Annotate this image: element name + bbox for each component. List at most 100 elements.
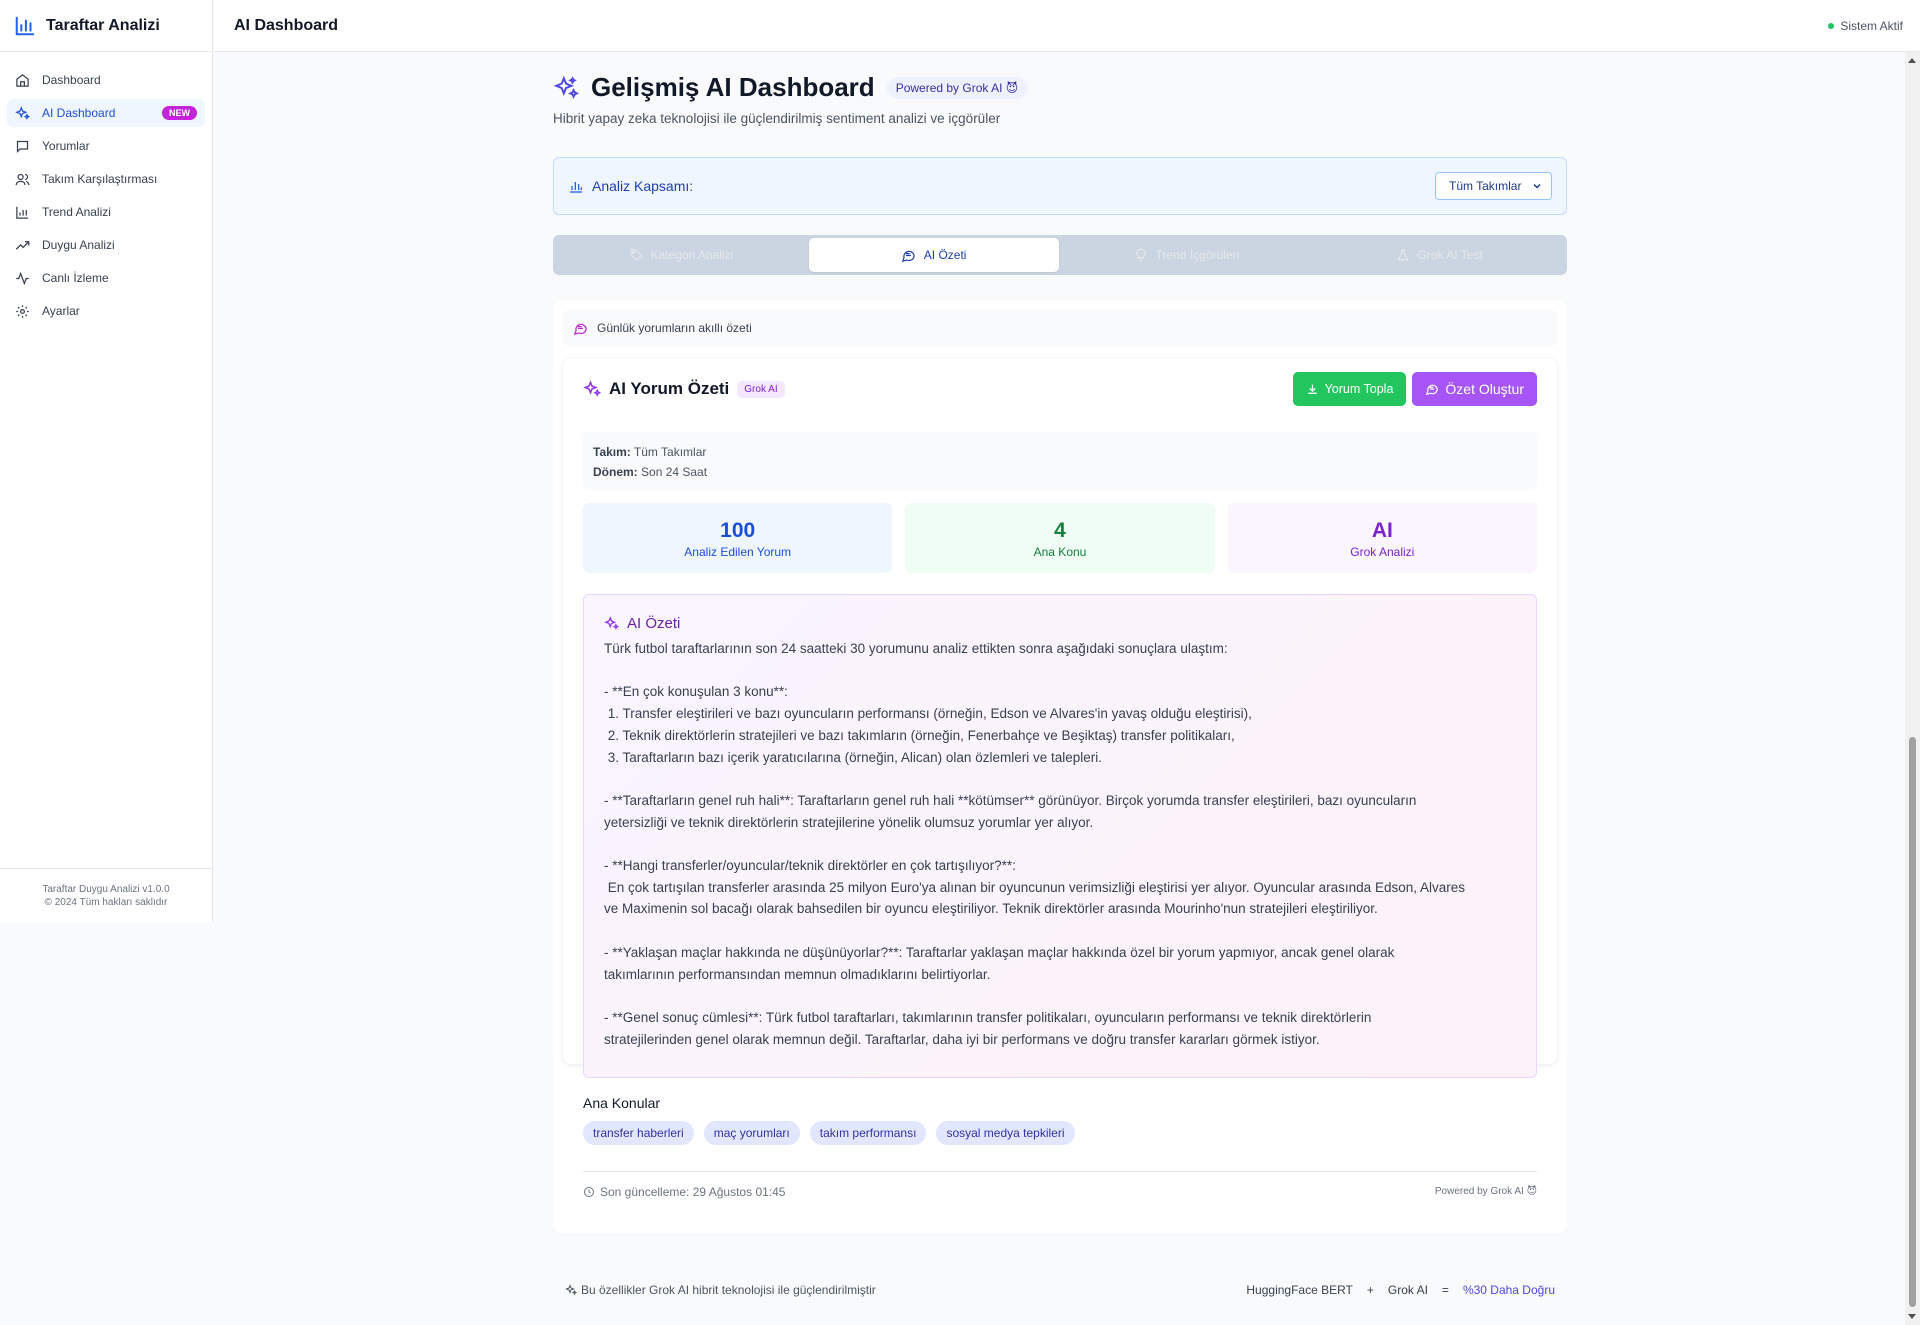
scrollbar[interactable] bbox=[1905, 52, 1920, 1325]
summary-title: AI Özeti bbox=[627, 615, 681, 632]
topic-chip: sosyal medya tepkileri bbox=[936, 1121, 1075, 1145]
stats-row: 100 Analiz Edilen Yorum 4 Ana Konu AI Gr… bbox=[583, 503, 1537, 573]
team-meta-value: Tüm Takımlar bbox=[633, 445, 707, 459]
stat-label: Ana Konu bbox=[1033, 544, 1087, 559]
scope-label: Analiz Kapsamı: bbox=[592, 178, 694, 194]
stat-value: 100 bbox=[720, 518, 756, 542]
stat-grok-analysis: AI Grok Analizi bbox=[1227, 503, 1537, 573]
team-meta-label: Takım: bbox=[593, 445, 631, 459]
brand[interactable]: Taraftar Analizi bbox=[0, 0, 212, 52]
period-meta: Dönem: Son 24 Saat bbox=[593, 462, 1527, 482]
topics-title: Ana Konular bbox=[583, 1095, 661, 1111]
card-title: AI Yorum Özeti bbox=[609, 379, 730, 398]
stat-value: AI bbox=[1371, 518, 1393, 542]
sidebar-item-label: Trend Analizi bbox=[42, 205, 111, 219]
scroll-down-arrow-icon[interactable] bbox=[1908, 1314, 1916, 1319]
tab-kategori-analizi[interactable]: Kategori Analizi bbox=[556, 238, 806, 272]
sparkles-icon bbox=[553, 75, 579, 101]
bottom-note: Bu özellikler Grok AI hibrit teknolojisi… bbox=[581, 1282, 876, 1297]
accuracy-result: %30 Daha Doğru bbox=[1462, 1282, 1555, 1297]
panel-header: Günlük yorumların akıllı özeti bbox=[563, 310, 1557, 346]
tab-trend-icgoruleri[interactable]: Trend İçgörüleri bbox=[1062, 238, 1312, 272]
team-select-value: Tüm Takımlar bbox=[1449, 179, 1522, 193]
tab-ai-ozeti[interactable]: AI Özeti bbox=[808, 238, 1059, 272]
sidebar: Taraftar Analizi Dashboard AI Dashboard … bbox=[0, 0, 213, 922]
period-meta-label: Dönem: bbox=[593, 465, 638, 479]
tab-bar: Kategori Analizi AI Özeti Trend İçgörüle… bbox=[553, 235, 1567, 275]
sidebar-item-takim-karsilastirmasi[interactable]: Takım Karşılaştırması bbox=[7, 165, 205, 193]
scroll-up-arrow-icon[interactable] bbox=[1908, 58, 1916, 63]
message-square-icon bbox=[15, 139, 30, 154]
sidebar-item-dashboard[interactable]: Dashboard bbox=[7, 66, 205, 94]
panel-header-text: Günlük yorumların akıllı özeti bbox=[597, 321, 752, 335]
plus-sign: + bbox=[1366, 1282, 1374, 1297]
hero-title-row: Gelişmiş AI Dashboard Powered by Grok AI… bbox=[553, 72, 1028, 103]
card-footer: Son güncelleme: 29 Ağustos 01:45 Powered… bbox=[583, 1171, 1537, 1211]
period-meta-value: Son 24 Saat bbox=[641, 465, 708, 479]
status-text: Sistem Aktif bbox=[1840, 18, 1903, 33]
tab-label: Grok AI Test bbox=[1417, 248, 1483, 262]
summary-text: Türk futbol taraftarlarının son 24 saatt… bbox=[604, 641, 1465, 1047]
home-icon bbox=[15, 73, 30, 88]
hero-title: Gelişmiş AI Dashboard bbox=[591, 72, 875, 102]
stat-main-topics: 4 Ana Konu bbox=[905, 503, 1215, 573]
status-dot-icon bbox=[1828, 22, 1835, 29]
analysis-scope: Analiz Kapsamı: Tüm Takımlar bbox=[553, 157, 1567, 215]
topic-list: transfer haberleri maç yorumları takım p… bbox=[583, 1121, 1075, 1145]
equals-sign: = bbox=[1441, 1282, 1449, 1297]
sidebar-item-label: Canlı İzleme bbox=[42, 271, 109, 285]
new-badge: NEW bbox=[162, 106, 197, 120]
tab-label: Trend İçgörüleri bbox=[1155, 248, 1240, 262]
stat-label: Grok Analizi bbox=[1350, 544, 1415, 559]
sparkles-icon bbox=[583, 380, 601, 398]
tab-label: Kategori Analizi bbox=[650, 248, 734, 262]
collect-comments-button[interactable]: Yorum Topla bbox=[1292, 372, 1407, 406]
sidebar-item-canli-izleme[interactable]: Canlı İzleme bbox=[7, 264, 205, 292]
message-circle-icon bbox=[1425, 382, 1439, 396]
ai-comment-summary-card: AI Yorum Özeti Grok AI Yorum Topla Özet … bbox=[563, 359, 1557, 1199]
users-icon bbox=[15, 172, 30, 187]
stat-analyzed-comments: 100 Analiz Edilen Yorum bbox=[583, 503, 893, 573]
sidebar-item-trend-analizi[interactable]: Trend Analizi bbox=[7, 198, 205, 226]
powered-by-footer: Powered by Grok AI 😈 bbox=[1434, 1186, 1537, 1197]
main-content: Gelişmiş AI Dashboard Powered by Grok AI… bbox=[553, 52, 1567, 1297]
sidebar-item-ai-dashboard[interactable]: AI Dashboard NEW bbox=[7, 99, 205, 127]
model-a: HuggingFace BERT bbox=[1246, 1282, 1353, 1297]
hero-subtitle: Hibrit yapay zeka teknolojisi ile güçlen… bbox=[553, 111, 1001, 126]
sidebar-item-ayarlar[interactable]: Ayarlar bbox=[7, 297, 205, 325]
generate-summary-label: Özet Oluştur bbox=[1445, 381, 1524, 397]
sidebar-item-label: Ayarlar bbox=[42, 304, 80, 318]
tab-label: AI Özeti bbox=[923, 248, 967, 262]
trending-up-icon bbox=[15, 238, 30, 253]
collect-comments-label: Yorum Topla bbox=[1324, 382, 1394, 396]
sidebar-item-label: Yorumlar bbox=[42, 139, 90, 153]
hero: Gelişmiş AI Dashboard Powered by Grok AI… bbox=[553, 52, 1567, 172]
stat-value: 4 bbox=[1054, 518, 1066, 542]
message-circle-icon bbox=[901, 248, 916, 263]
gear-icon bbox=[15, 304, 30, 319]
grok-badge: Grok AI bbox=[737, 380, 785, 398]
message-circle-icon bbox=[573, 321, 588, 336]
generate-summary-button[interactable]: Özet Oluştur bbox=[1412, 372, 1537, 406]
sparkles-icon bbox=[15, 105, 30, 121]
bottom-bar: Bu özellikler Grok AI hibrit teknolojisi… bbox=[553, 1272, 1567, 1307]
sidebar-item-duygu-analizi[interactable]: Duygu Analizi bbox=[7, 231, 205, 259]
top-bar: AI Dashboard Sistem Aktif bbox=[214, 0, 1920, 52]
team-meta: Takım: Tüm Takımlar bbox=[593, 442, 1527, 462]
sidebar-item-label: Takım Karşılaştırması bbox=[42, 172, 158, 186]
topic-chip: transfer haberleri bbox=[583, 1121, 694, 1145]
tab-grok-ai-test[interactable]: Grok AI Test bbox=[1314, 238, 1564, 272]
sparkles-icon bbox=[565, 1283, 577, 1296]
summary-title-row: AI Özeti bbox=[604, 615, 1516, 632]
sidebar-nav: Dashboard AI Dashboard NEW Yorumlar Takı… bbox=[0, 52, 212, 325]
model-b: Grok AI bbox=[1387, 1282, 1428, 1297]
filter-meta: Takım: Tüm Takımlar Dönem: Son 24 Saat bbox=[583, 432, 1537, 490]
team-select[interactable]: Tüm Takımlar bbox=[1435, 172, 1552, 200]
scrollbar-thumb[interactable] bbox=[1909, 737, 1916, 1307]
topic-chip: takım performansı bbox=[809, 1121, 927, 1145]
system-status: Sistem Aktif bbox=[1828, 19, 1903, 33]
brand-title: Taraftar Analizi bbox=[46, 16, 160, 34]
stat-label: Analiz Edilen Yorum bbox=[684, 544, 792, 559]
sidebar-item-yorumlar[interactable]: Yorumlar bbox=[7, 132, 205, 160]
download-icon bbox=[1306, 383, 1319, 396]
